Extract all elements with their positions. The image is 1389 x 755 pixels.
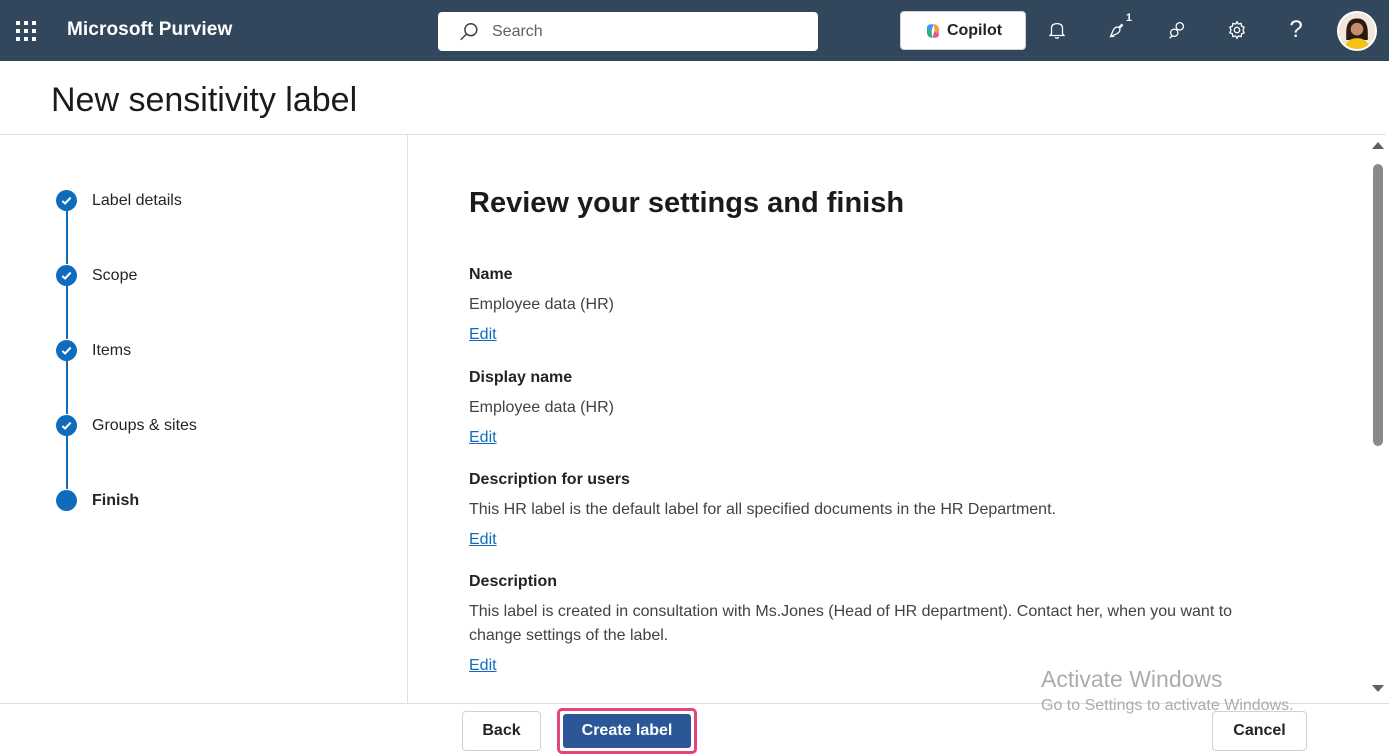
notification-badge: 1 [1125, 12, 1132, 24]
scroll-down-arrow-icon[interactable] [1372, 685, 1384, 692]
step-label-details[interactable]: Label details [56, 190, 182, 211]
review-panel: Review your settings and finish Name Emp… [409, 135, 1370, 703]
description-value: This label is created in consultation wi… [469, 603, 1233, 644]
scroll-up-arrow-icon[interactable] [1372, 142, 1384, 149]
review-title: Review your settings and finish [469, 187, 905, 219]
bell-icon[interactable] [1042, 15, 1072, 45]
wizard-stepper: Label details Scope Items Groups & sites… [0, 135, 408, 703]
step-connector [66, 435, 68, 489]
display-name-value: Employee data (HR) [469, 399, 614, 416]
edit-display-name-link[interactable]: Edit [469, 429, 497, 447]
copilot-label: Copilot [946, 21, 1003, 39]
search-input[interactable]: Search [438, 12, 818, 51]
step-finish[interactable]: Finish [56, 490, 139, 511]
help-icon[interactable]: ? [1281, 15, 1311, 45]
check-icon [56, 415, 77, 436]
check-icon [56, 340, 77, 361]
check-icon [56, 190, 77, 211]
step-groups-sites[interactable]: Groups & sites [56, 415, 197, 436]
edit-description-link[interactable]: Edit [469, 657, 497, 675]
current-step-dot-icon [56, 490, 77, 511]
search-icon [460, 22, 478, 40]
wizard-footer: Back Create label Cancel [0, 703, 1389, 755]
vertical-scrollbar[interactable] [1370, 140, 1386, 696]
create-label-highlight: Create label [557, 708, 697, 754]
create-label-button[interactable]: Create label [563, 714, 691, 748]
waffle-icon[interactable] [16, 21, 36, 41]
step-label: Scope [92, 266, 138, 284]
page-header: New sensitivity label [0, 61, 1389, 135]
step-scope[interactable]: Scope [56, 265, 137, 286]
avatar[interactable] [1337, 11, 1377, 51]
display-name-label: Display name [469, 369, 573, 386]
app-title[interactable]: Microsoft Purview [67, 19, 232, 41]
cancel-button[interactable]: Cancel [1212, 711, 1307, 751]
step-connector [66, 210, 68, 264]
back-button[interactable]: Back [462, 711, 541, 751]
edit-description-for-users-link[interactable]: Edit [469, 531, 497, 549]
step-label: Items [92, 341, 132, 359]
step-connector [66, 360, 68, 414]
step-label: Groups & sites [92, 416, 197, 434]
copilot-icon [926, 23, 939, 38]
gear-icon[interactable] [1222, 15, 1252, 45]
description-for-users-value: This HR label is the default label for a… [469, 501, 1056, 518]
step-label: Label details [92, 191, 182, 209]
step-connector [66, 285, 68, 339]
description-label: Description [469, 573, 558, 590]
top-bar: Microsoft Purview Search Copilot 1 ? [0, 0, 1389, 61]
help-glyph: ? [1289, 16, 1303, 43]
copilot-button[interactable]: Copilot [900, 11, 1026, 50]
page-title: New sensitivity label [51, 81, 358, 119]
name-label: Name [469, 266, 513, 283]
step-label: Finish [92, 491, 140, 509]
feedback-icon[interactable]: 1 [1102, 12, 1132, 45]
connections-icon[interactable] [1162, 15, 1192, 45]
name-value: Employee data (HR) [469, 296, 614, 313]
check-icon [56, 265, 77, 286]
description-for-users-label: Description for users [469, 471, 630, 488]
scroll-thumb[interactable] [1373, 164, 1383, 446]
step-items[interactable]: Items [56, 340, 131, 361]
edit-name-link[interactable]: Edit [469, 326, 497, 344]
search-placeholder: Search [492, 22, 543, 40]
